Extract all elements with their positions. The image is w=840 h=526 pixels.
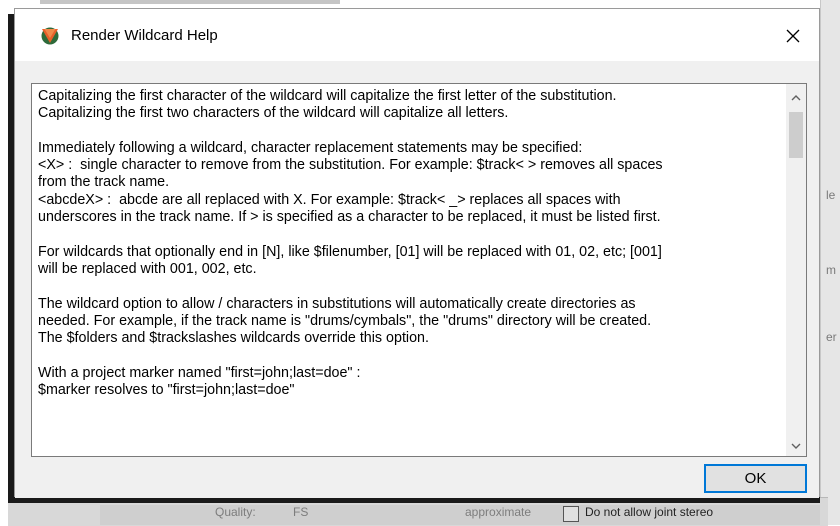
background-quality-value: FS: [293, 505, 309, 519]
close-button[interactable]: [773, 17, 813, 55]
scroll-up-button[interactable]: [786, 88, 806, 108]
help-text-line: The wildcard option to allow / character…: [38, 295, 636, 312]
help-text-line: Capitalizing the first character of the …: [38, 88, 617, 104]
scroll-thumb[interactable]: [789, 112, 803, 158]
help-text: Capitalizing the first character of the …: [38, 88, 786, 399]
help-text-line: needed. For example, if the track name i…: [38, 312, 652, 329]
dialog-content: Capitalizing the first character of the …: [15, 61, 819, 498]
chevron-up-icon: [791, 95, 801, 101]
help-text-line: Immediately following a wildcard, charac…: [38, 139, 583, 156]
help-text-line: With a project marker named "first=john;…: [38, 364, 361, 381]
window-title: Render Wildcard Help: [71, 27, 218, 44]
render-wildcard-help-dialog: Render Wildcard Help Capitalizing the fi…: [14, 8, 820, 498]
background-quality-label: Quality:: [215, 505, 256, 519]
close-icon: [786, 29, 800, 43]
help-text-line: The $folders and $trackslashes wildcards…: [38, 330, 429, 347]
vertical-scrollbar[interactable]: [786, 84, 806, 456]
background-right-text: m: [826, 263, 836, 277]
help-text-line: will be replaced with 001, 002, etc.: [38, 260, 257, 277]
background-top-fragment: [40, 0, 340, 4]
help-text-line: For wildcards that optionally end in [N]…: [38, 243, 662, 260]
background-approximate-label: approximate: [465, 505, 532, 519]
background-right-text: le: [826, 188, 836, 202]
help-text-line: <X> : single character to remove from th…: [38, 157, 663, 174]
help-text-line: underscores in the track name. If > is s…: [38, 209, 661, 226]
help-text-line: <abcdeX> : abcde are all replaced with X…: [38, 191, 621, 208]
help-text-line: from the track name.: [38, 174, 170, 191]
chevron-down-icon: [791, 443, 801, 449]
ok-button[interactable]: OK: [704, 464, 807, 493]
background-right-text: er: [826, 330, 837, 344]
background-checkbox: [563, 506, 579, 522]
reaper-icon: [41, 27, 59, 45]
scroll-down-button[interactable]: [786, 436, 806, 456]
help-text-line: $marker resolves to "first=john;last=doe…: [38, 382, 295, 399]
background-checkbox-label: Do not allow joint stereo: [585, 505, 714, 519]
title-bar[interactable]: Render Wildcard Help: [15, 9, 819, 61]
help-text-line: Capitalizing the first two characters of…: [38, 105, 509, 122]
help-text-box[interactable]: Capitalizing the first character of the …: [31, 83, 807, 457]
